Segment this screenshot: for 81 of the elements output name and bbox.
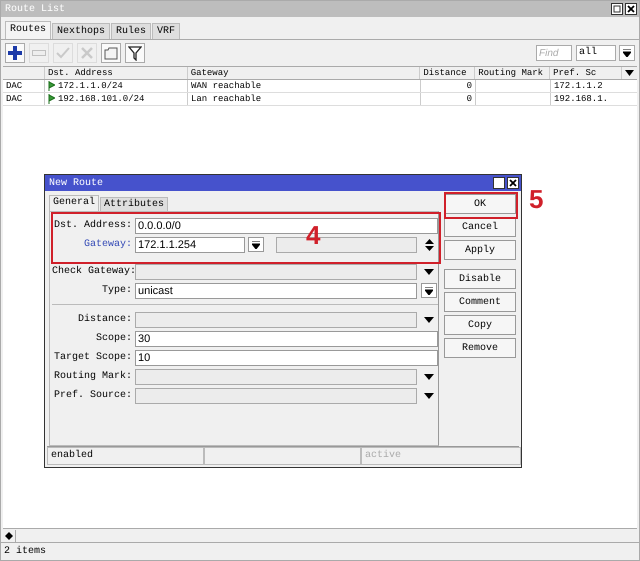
dropdown-button[interactable] — [619, 45, 635, 61]
status-cell: enabled — [47, 447, 204, 465]
arrow-down-icon[interactable] — [424, 316, 434, 322]
arrow-down-icon[interactable] — [424, 392, 434, 398]
status-text: 2 items — [4, 546, 46, 557]
table-cell: DAC — [6, 93, 22, 105]
field-label: Target Scope: — [52, 352, 132, 363]
add-icon — [8, 46, 22, 60]
tab[interactable]: VRF — [152, 23, 180, 39]
flag-icon — [48, 81, 55, 91]
field-label: Type: — [100, 285, 132, 296]
cross-icon — [81, 47, 93, 59]
column-header[interactable]: Gateway — [190, 67, 229, 79]
step-number: 5 — [529, 186, 544, 212]
close-icon[interactable] — [507, 177, 519, 189]
up-down-icon[interactable] — [424, 238, 434, 250]
maximize-icon[interactable] — [611, 3, 623, 15]
select-field[interactable] — [135, 368, 417, 384]
filter-icon — [128, 46, 142, 60]
dialog-button[interactable]: Copy — [444, 315, 516, 335]
field-label: Distance: — [76, 314, 132, 325]
field-label: Pref. Source: — [52, 390, 132, 401]
table-cell: WAN reachable — [191, 80, 262, 92]
close-icon[interactable] — [625, 3, 637, 15]
check-icon — [56, 47, 70, 59]
arrow-down-icon — [252, 240, 260, 248]
dialog-button[interactable]: Disable — [444, 269, 516, 289]
filter-select[interactable]: all — [576, 45, 616, 61]
filter-button[interactable] — [125, 43, 145, 63]
dialog-button[interactable]: OK — [444, 194, 516, 214]
status-cell: active — [361, 447, 521, 465]
tab[interactable]: Attributes — [100, 197, 168, 211]
select-field[interactable] — [135, 264, 417, 280]
comment-button[interactable] — [101, 43, 121, 63]
table-cell: 172.1.1.0/24 — [58, 80, 123, 92]
column-header[interactable]: Distance — [423, 67, 467, 79]
flag-icon — [48, 94, 55, 104]
table-cell: DAC — [6, 80, 22, 92]
column-header[interactable]: Pref. Sc — [553, 67, 596, 79]
table-cell: 0 — [466, 80, 472, 92]
dialog-button[interactable]: Cancel — [444, 217, 516, 237]
input-field[interactable]: 30 — [135, 330, 438, 346]
arrow-down-icon[interactable] — [424, 374, 434, 380]
select-field[interactable] — [135, 312, 417, 328]
select-field[interactable]: unicast — [135, 282, 417, 298]
input-field[interactable]: 172.1.1.254 — [135, 236, 245, 252]
dialog-title: New Route — [49, 178, 104, 188]
arrow-down-icon — [425, 286, 433, 294]
minus-icon — [32, 50, 46, 56]
select-field[interactable] — [135, 388, 417, 404]
tab[interactable]: Rules — [111, 23, 152, 39]
arrow-down-icon[interactable] — [424, 268, 434, 274]
find-field[interactable]: Find — [536, 45, 572, 61]
field-label: Scope: — [94, 333, 132, 344]
column-menu-icon[interactable] — [625, 70, 634, 76]
table-cell: Lan reachable — [191, 93, 262, 105]
dropdown-button[interactable] — [421, 283, 437, 298]
dialog-button[interactable]: Comment — [444, 292, 516, 312]
dropdown-button[interactable] — [248, 237, 264, 252]
dialog-button[interactable]: Apply — [444, 240, 516, 260]
tab[interactable]: Routes — [5, 21, 52, 39]
scroll-diamond-icon[interactable] — [5, 532, 13, 540]
dialog-button[interactable]: Remove — [444, 338, 516, 358]
table-cell: 0 — [466, 93, 472, 105]
window-title: Route List — [5, 4, 66, 14]
note-icon — [104, 46, 118, 60]
field-label: Dst. Address: — [52, 220, 132, 231]
column-header[interactable]: Dst. Address — [48, 67, 113, 79]
tab[interactable]: General — [49, 195, 100, 211]
field-label: Routing Mark: — [52, 371, 132, 382]
table-cell: 192.168.1. — [554, 93, 608, 105]
field-label: Gateway: — [82, 239, 132, 250]
table-cell: 172.1.1.2 — [554, 80, 603, 92]
tab[interactable]: Nexthops — [52, 23, 110, 39]
input-field[interactable]: 10 — [135, 350, 438, 366]
arrow-down-icon — [623, 49, 631, 57]
column-header[interactable]: Routing Mark — [478, 67, 544, 79]
field-label: Check Gateway: — [52, 266, 132, 277]
add-button[interactable] — [5, 43, 25, 63]
table-cell: 192.168.101.0/24 — [58, 93, 144, 105]
maximize-icon[interactable] — [493, 177, 505, 189]
